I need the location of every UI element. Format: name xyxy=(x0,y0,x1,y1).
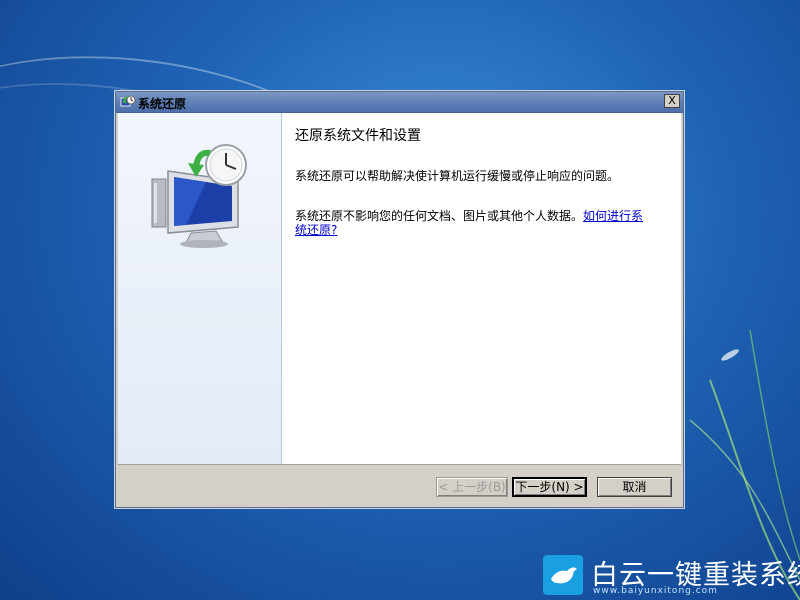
next-button[interactable]: 下一步(N) > xyxy=(512,477,587,497)
window-title: 系统还原 xyxy=(138,97,187,111)
page-heading: 还原系统文件和设置 xyxy=(295,128,421,144)
side-panel xyxy=(118,113,282,464)
main-panel: 还原系统文件和设置 系统还原可以帮助解决使计算机运行缓慢或停止响应的问题。 系统… xyxy=(295,113,681,464)
cancel-button[interactable]: 取消 xyxy=(597,477,672,497)
title-bar[interactable]: 系统还原 X xyxy=(116,92,683,113)
close-button[interactable]: X xyxy=(664,94,680,108)
bird-logo-icon xyxy=(543,555,583,595)
back-button[interactable]: < 上一步(B) xyxy=(436,477,508,497)
note-body: 系统还原不影响您的任何文档、图片或其他个人数据。 xyxy=(295,209,584,223)
button-bar: < 上一步(B) 下一步(N) > 取消 xyxy=(116,464,683,507)
dialog-content: 还原系统文件和设置 系统还原可以帮助解决使计算机运行缓慢或停止响应的问题。 系统… xyxy=(118,113,681,465)
system-restore-illustration-icon xyxy=(151,144,247,248)
system-restore-dialog: 系统还原 X 还原系统文件和设置 系统还原可以帮助解决使计算机运行缓慢或停止响应… xyxy=(115,91,684,508)
system-restore-icon xyxy=(120,95,136,107)
description-text: 系统还原可以帮助解决使计算机运行缓慢或停止响应的问题。 xyxy=(295,169,620,183)
brand-url: www.baiyunxitong.com xyxy=(593,586,718,596)
note-text: 系统还原不影响您的任何文档、图片或其他个人数据。如何进行系统还原? xyxy=(295,209,655,237)
